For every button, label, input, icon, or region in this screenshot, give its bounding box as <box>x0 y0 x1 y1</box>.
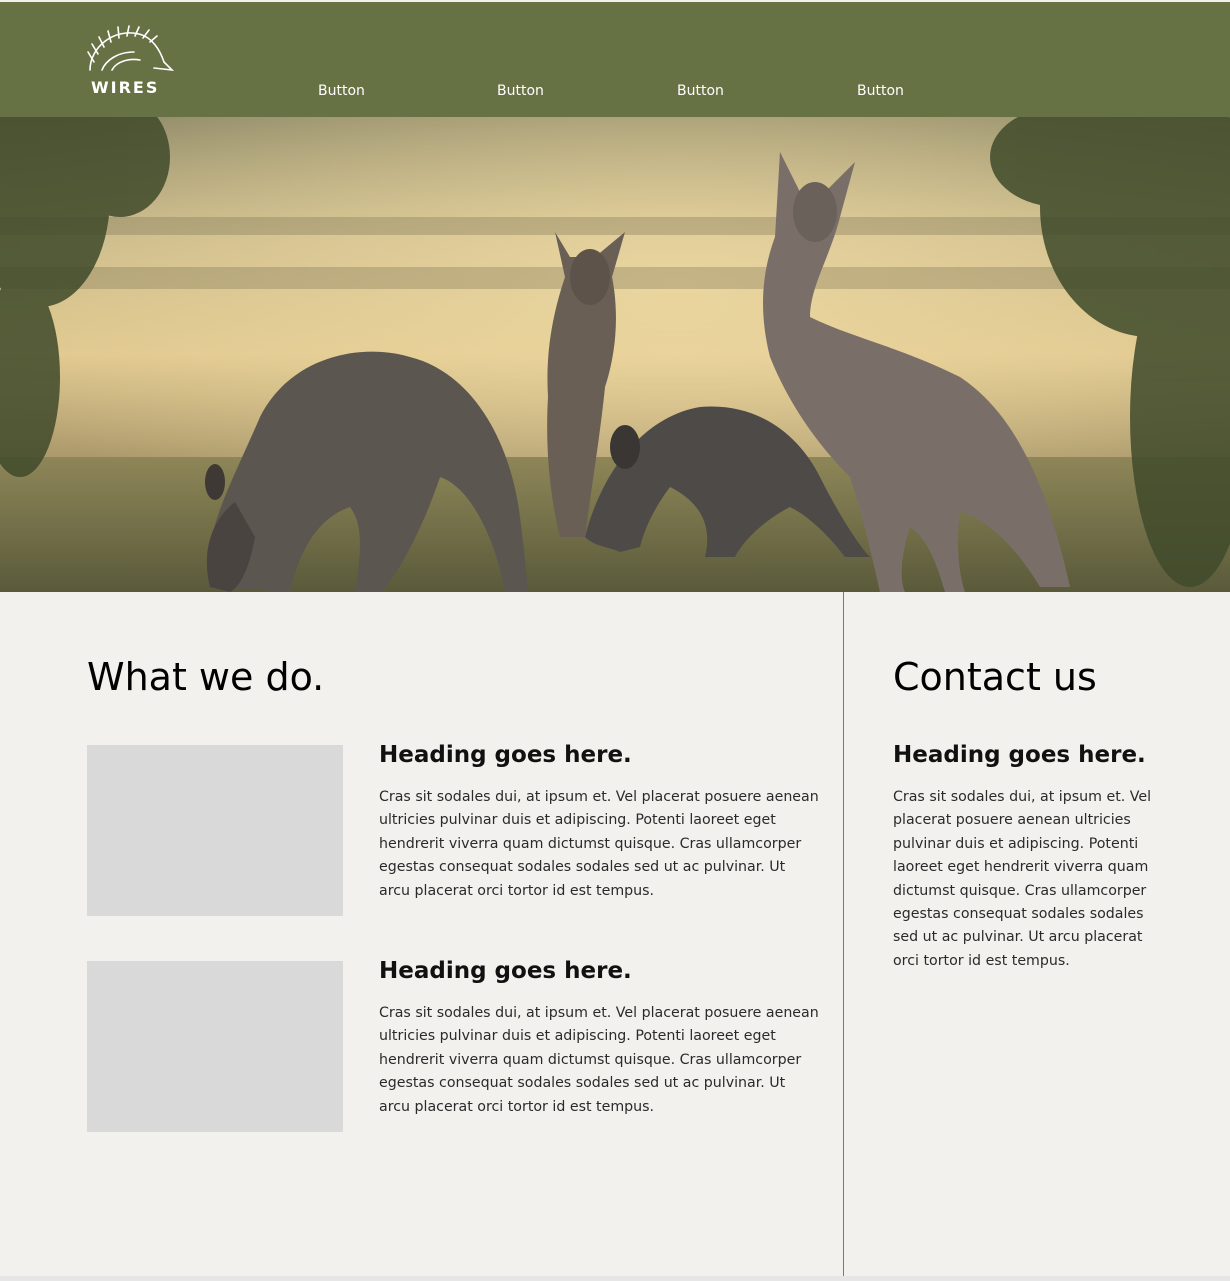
logo[interactable]: WIRES <box>84 22 174 102</box>
nav-button-3[interactable]: Button <box>677 80 724 102</box>
nav-button-1[interactable]: Button <box>318 80 365 102</box>
site-header: WIRES Button Button Button Button <box>0 2 1230 117</box>
column-divider <box>843 592 844 1276</box>
card-heading-2: Heading goes here. <box>379 958 632 984</box>
nav-button-4[interactable]: Button <box>857 80 904 102</box>
page: WIRES Button Button Button Button What w… <box>0 0 1230 1281</box>
bottom-border <box>0 1276 1230 1281</box>
contact-text: Cras sit sodales dui, at ipsum et. Vel p… <box>893 789 1152 969</box>
echidna-icon <box>87 25 174 72</box>
contact-heading: Heading goes here. <box>893 742 1146 768</box>
card-image-placeholder-1 <box>87 745 343 916</box>
card-image-placeholder-2 <box>87 961 343 1132</box>
logo-text: WIRES <box>91 78 160 97</box>
card-text-2: Cras sit sodales dui, at ipsum et. Vel p… <box>379 1005 819 1115</box>
hero-image <box>0 117 1230 592</box>
nav-button-2[interactable]: Button <box>497 80 544 102</box>
card-text-1: Cras sit sodales dui, at ipsum et. Vel p… <box>379 789 819 899</box>
card-heading-1: Heading goes here. <box>379 742 632 768</box>
contact-title: Contact us <box>893 655 1097 699</box>
what-we-do-title: What we do. <box>87 655 325 699</box>
